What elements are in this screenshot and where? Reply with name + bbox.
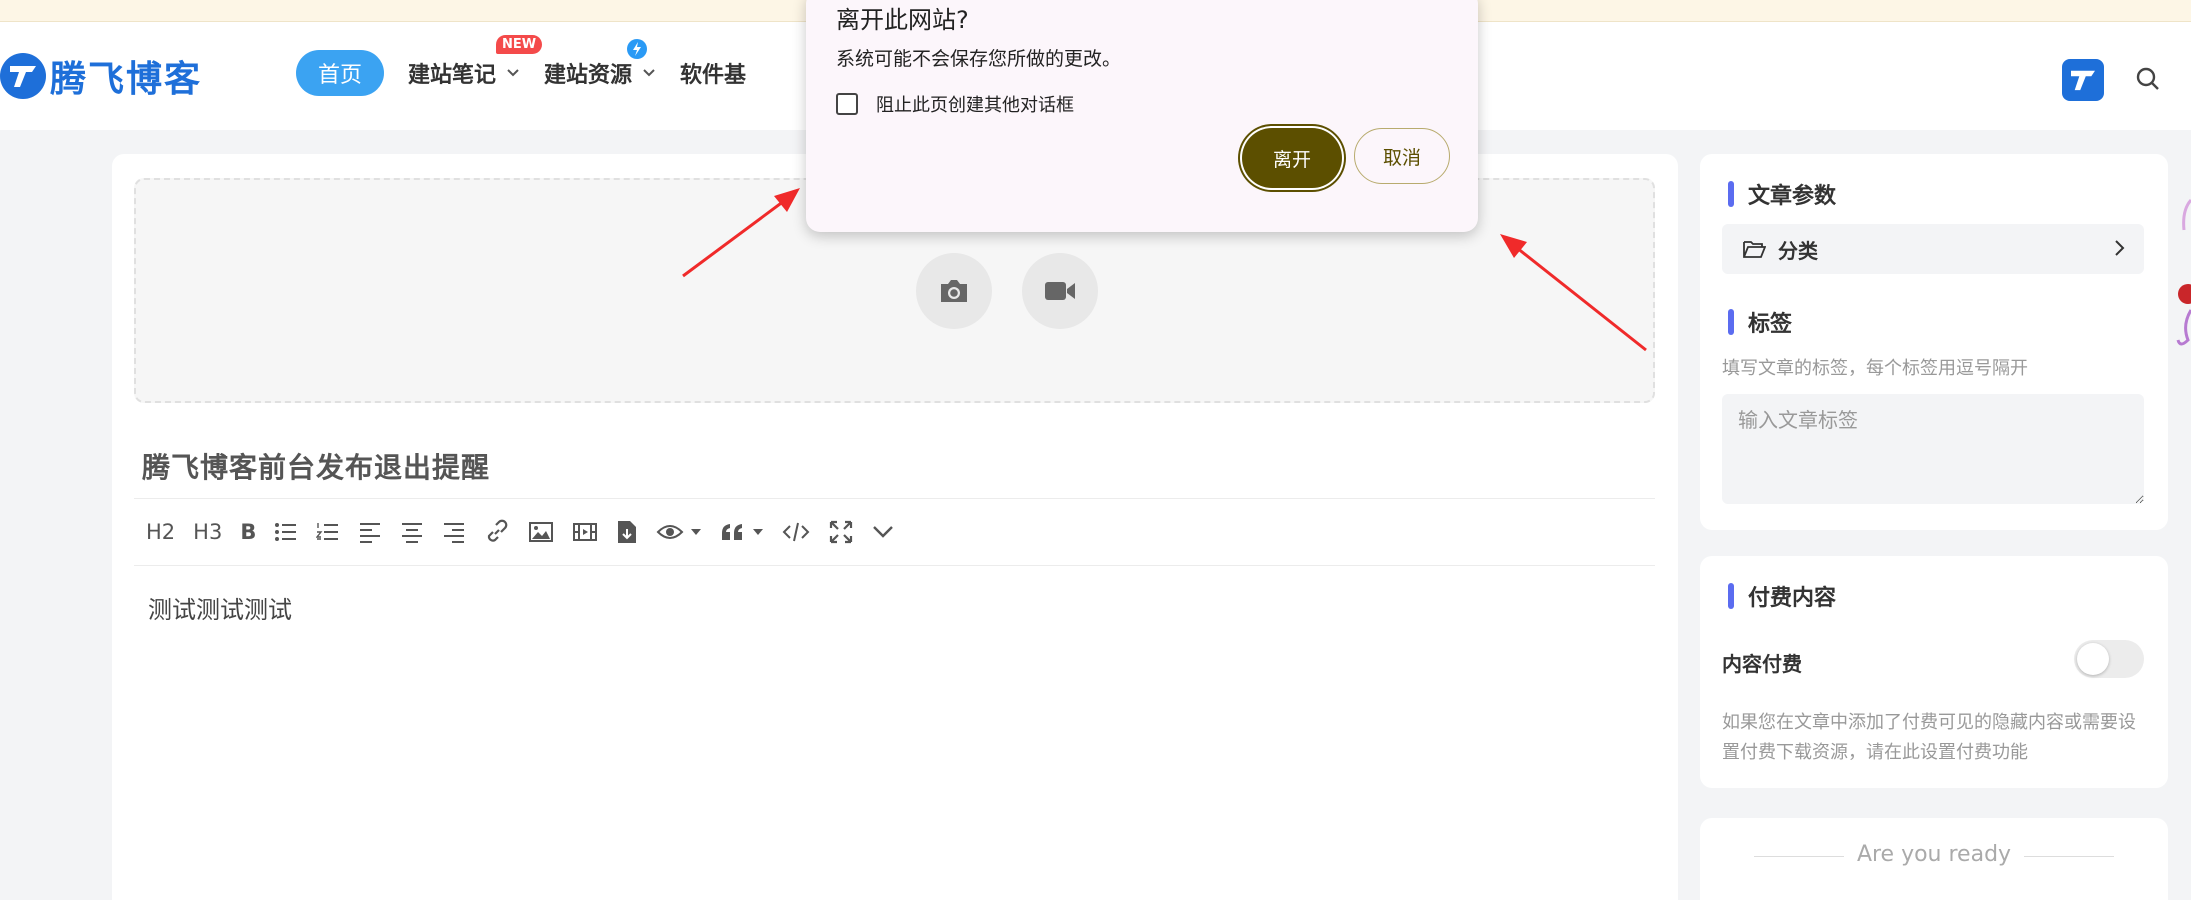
fullscreen-icon [830,520,853,544]
block-dialogs-checkbox[interactable] [836,93,858,115]
toggle-knob [2077,643,2109,675]
accent-bar [1728,583,1734,609]
ready-card: Are you ready [1700,818,2168,900]
logo-icon [0,53,46,99]
nav-item-label: 建站资源 [544,63,633,88]
leave-button[interactable]: 离开 [1242,128,1342,188]
folder-icon [1743,241,1766,258]
hide-content-button[interactable] [656,514,702,550]
insert-link-button[interactable] [484,514,510,550]
chevron-down-icon [507,69,519,77]
nav-item-resources[interactable]: 建站资源 [544,39,656,89]
tags-input[interactable] [1722,394,2144,504]
bolt-badge-icon [627,39,648,59]
post-title[interactable]: 腾飞博客前台发布退出提醒 [142,446,490,486]
category-label: 分类 [1778,238,1818,263]
block-dialogs-option[interactable]: 阻止此页创建其他对话框 [836,91,1074,117]
accent-bar [1728,309,1734,335]
decoration-illustration [2176,198,2191,346]
nav-item-notes[interactable]: 建站笔记 NEW [408,35,543,89]
ready-heading: Are you ready [1700,842,2168,867]
link-icon [488,519,508,542]
site-logo[interactable]: 腾飞博客 [0,48,202,104]
more-tools-button[interactable] [872,514,894,550]
main-nav: 首页 建站笔记 NEW 建站资源 软件基 [296,35,746,96]
eye-icon [656,525,684,539]
divider [1754,856,1844,857]
caret-down-icon [753,529,764,535]
tags-hint: 填写文章的标签，每个标签用逗号隔开 [1722,358,2028,379]
chevron-right-icon [2115,240,2125,256]
align-right-icon [444,523,465,543]
bold-button[interactable]: B [240,514,256,550]
editor-toolbar: H2 H3 B [134,498,1655,566]
camera-icon [941,280,967,302]
film-icon [573,523,598,541]
logo-text: 腾飞博客 [50,59,203,100]
section-title-text: 文章参数 [1748,184,1837,209]
new-badge: NEW [496,35,543,54]
tags-title: 标签 [1728,306,1792,338]
category-selector[interactable]: 分类 [1722,224,2144,274]
search-icon[interactable] [2135,66,2161,92]
chevron-down-icon [873,526,894,538]
chevron-down-icon [643,69,655,77]
quote-button[interactable] [720,514,764,550]
paid-content-toggle[interactable] [2074,640,2144,678]
upload-video-button[interactable] [1022,253,1098,329]
align-center-icon [402,523,423,543]
section-title-text: 标签 [1748,312,1793,337]
leave-site-dialog: 离开此网站? 系统可能不会保存您所做的更改。 阻止此页创建其他对话框 离开 取消 [806,0,1478,232]
upload-image-button[interactable] [916,253,992,329]
editor-card: 腾飞博客前台发布退出提醒 H2 H3 B 测试测试测试 [112,154,1678,900]
article-params-title: 文章参数 [1728,178,1836,210]
image-icon [529,522,554,542]
insert-image-button[interactable] [528,514,554,550]
paid-content-card: 付费内容 内容付费 如果您在文章中添加了付费可见的隐藏内容或需要设置付费下载资源… [1700,556,2168,788]
logo-icon [2071,70,2095,91]
cancel-button[interactable]: 取消 [1354,128,1450,184]
insert-file-button[interactable] [616,514,638,550]
bullet-list-icon [275,523,297,541]
align-left-button[interactable] [358,514,382,550]
quote-icon [722,524,743,540]
video-icon [1045,282,1075,300]
checkbox-label: 阻止此页创建其他对话框 [876,95,1074,116]
editor-content[interactable]: 测试测试测试 [148,590,292,625]
nav-item-software[interactable]: 软件基 [680,57,746,89]
user-avatar[interactable] [2062,59,2104,101]
align-center-button[interactable] [400,514,424,550]
nav-item-label: 软件基 [680,63,747,88]
ordered-list-button[interactable] [316,514,340,550]
insert-video-button[interactable] [572,514,598,550]
paid-toggle-label: 内容付费 [1722,652,1802,676]
dialog-message: 系统可能不会保存您所做的更改。 [836,48,1122,70]
ready-text: Are you ready [1856,842,2012,867]
accent-bar [1728,181,1734,207]
heading-2-button[interactable]: H2 [146,514,175,550]
heading-3-button[interactable]: H3 [193,514,222,550]
bullet-list-button[interactable] [274,514,298,550]
caret-down-icon [691,529,702,535]
fullscreen-button[interactable] [828,514,854,550]
file-download-icon [618,521,637,543]
nav-home[interactable]: 首页 [296,50,385,96]
divider [2024,856,2114,857]
article-params-card: 文章参数 分类 标签 填写文章的标签，每个标签用逗号隔开 [1700,154,2168,530]
nav-item-label: 建站笔记 [408,63,497,88]
ordered-list-icon [316,523,339,540]
paid-description: 如果您在文章中添加了付费可见的隐藏内容或需要设置付费下载资源，请在此设置付费功能 [1722,712,2136,763]
dialog-title: 离开此网站? [836,6,969,34]
align-right-button[interactable] [442,514,466,550]
code-icon [782,522,810,542]
align-left-icon [360,523,381,543]
paid-content-title: 付费内容 [1728,580,1836,612]
code-button[interactable] [782,514,810,550]
section-title-text: 付费内容 [1748,586,1837,611]
